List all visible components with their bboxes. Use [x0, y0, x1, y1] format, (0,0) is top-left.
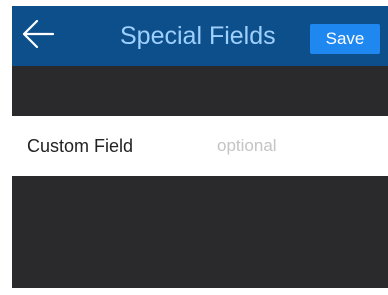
arrow-left-icon: [21, 19, 55, 54]
nav-header: Special Fields Save: [12, 6, 388, 66]
save-button[interactable]: Save: [310, 24, 380, 54]
custom-field-input[interactable]: [217, 131, 377, 161]
app-screen: Special Fields Save Custom Field: [12, 6, 388, 288]
back-button[interactable]: [16, 14, 60, 58]
custom-field-row[interactable]: Custom Field: [12, 116, 388, 176]
custom-field-label: Custom Field: [27, 136, 134, 156]
page-title: Special Fields: [120, 22, 276, 50]
